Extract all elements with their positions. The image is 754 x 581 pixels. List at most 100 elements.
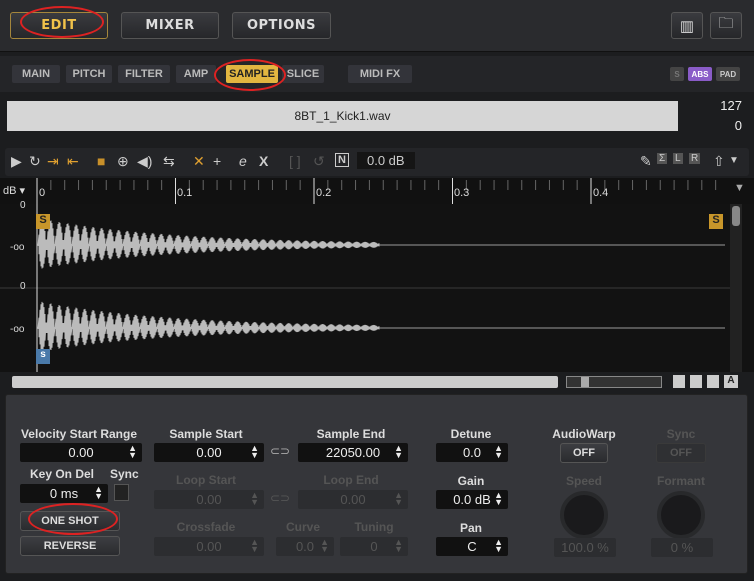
piano-icon[interactable]: ▥ [671,12,703,39]
db-label: -oo [10,324,25,335]
ruler-label: 0.1 [177,187,193,199]
speaker-icon[interactable]: ◀) [137,153,152,170]
slice-marker[interactable]: s [36,349,50,364]
tab-sample[interactable]: SAMPLE [226,65,278,83]
top-bar: EDIT MIXER OPTIONS ▥ 🗀 [0,0,754,52]
ruler-label: 0.4 [593,187,609,199]
edit-tabs: MAIN PITCH FILTER AMP SAMPLE SLICE MIDI … [0,56,754,92]
zoom-icon[interactable]: ⊕ [117,153,129,170]
abs-toggle[interactable]: ABS [688,67,712,81]
sample-start-label: Sample Start [169,427,243,441]
sync-label: Sync [110,467,139,481]
tab-slice[interactable]: SLICE [282,65,324,83]
delete-icon[interactable]: X [259,153,268,169]
velocity-start-field[interactable]: 0.00 ▲ ▼ [20,443,142,462]
view-icon[interactable] [707,375,719,388]
edit-button[interactable]: EDIT [10,12,108,39]
snap-icon[interactable]: ⇥ [47,153,59,170]
tuning-label: Tuning [354,520,394,534]
view-icon[interactable] [690,375,702,388]
db-label: -oo [10,242,25,253]
pad-toggle[interactable]: PAD [716,67,740,81]
sample-end-marker[interactable]: S [709,214,723,229]
edit-curve-icon[interactable]: e [239,153,247,169]
db-label: 0 [20,281,26,292]
cut-icon[interactable]: + [213,153,221,169]
s-toggle[interactable]: S [670,67,684,81]
velocity-low[interactable]: 0 [700,118,742,136]
horizontal-scrollbar[interactable] [12,376,558,388]
chevron-down-icon[interactable]: ▼ [729,155,739,166]
scroll-up-icon[interactable]: ▼ [734,182,745,194]
formant-value: 0 % [651,538,713,557]
speed-label: Speed [565,474,602,488]
tab-amp[interactable]: AMP [176,65,216,83]
tab-filter[interactable]: FILTER [118,65,170,83]
one-shot-button[interactable]: ONE SHOT [20,511,120,531]
right-channel-button[interactable]: R [689,153,701,164]
key-on-del-field[interactable]: 0 ms ▲ ▼ [20,484,108,503]
gain-display[interactable]: 0.0 dB [357,152,415,169]
formant-label: Formant [657,474,705,488]
reverse-button[interactable]: REVERSE [20,536,120,556]
audiowarp-toggle[interactable]: OFF [560,443,608,463]
play-icon[interactable]: ▶ [11,153,22,170]
speed-knob [560,491,608,539]
left-channel-button[interactable]: L [673,153,683,164]
range-select-icon[interactable]: ■ [97,153,105,169]
ruler-label: 0.2 [316,187,332,199]
sample-params-panel: Velocity Start Range 0.00 ▲ ▼ Key On Del S… [5,394,748,574]
waveform-channel [37,301,380,352]
export-icon[interactable]: ⇧ [713,153,725,170]
loop-icon[interactable]: ↻ [29,153,41,170]
crossfade-label: Crossfade [176,520,236,534]
view-icon[interactable] [673,375,685,388]
gain-field[interactable]: 0.0 dB ▲ ▼ [436,490,508,509]
sample-end-label: Sample End [316,427,386,441]
velocity-start-range-label: Velocity Start Range [20,427,138,441]
link-icon: ⊂⊃ [270,491,291,505]
stretch-icon[interactable]: ⇆ [163,153,175,170]
normalize-button[interactable]: N [335,153,349,167]
bracket-icon: [ ] [289,153,301,169]
mixer-button[interactable]: MIXER [121,12,219,39]
db-label: 0 [20,200,26,211]
ruler-label: 0 [39,187,46,199]
folder-icon[interactable]: 🗀 [710,12,742,39]
tuning-field: 0 ▲ ▼ [340,537,408,556]
link-icon[interactable]: ⊂⊃ [270,444,290,458]
pan-field[interactable]: C ▲ ▼ [436,537,508,556]
detune-field[interactable]: 0.0 ▲ ▼ [436,443,508,462]
sample-filename: 8BT_1_Kick1.wav [7,101,678,131]
tab-midi-fx[interactable]: MIDI FX [348,65,412,83]
sample-end-field[interactable]: 22050.00 ▲ ▼ [298,443,408,462]
velocity-high[interactable]: 127 [700,98,742,116]
audiowarp-label: AudioWarp [552,427,616,441]
curve-field: 0.0 ▲ ▼ [276,537,334,556]
key-on-del-label: Key On Del [30,467,95,481]
waveform-channel [37,218,380,269]
ruler-ticks [36,178,717,204]
auto-zoom-button[interactable]: A [724,375,738,388]
tab-main[interactable]: MAIN [12,65,60,83]
sample-start-field[interactable]: 0.00 ▲ ▼ [154,443,264,462]
pen-icon[interactable]: ✎ [640,153,652,170]
options-button[interactable]: OPTIONS [232,12,331,39]
zoom-slider[interactable] [566,376,662,388]
waveform-display[interactable]: 0 -oo 0 -oo S S s [0,200,754,372]
split-icon[interactable]: ✕ [193,153,205,170]
formant-knob [657,491,705,539]
vertical-scrollbar[interactable] [730,204,742,372]
marker-icon[interactable]: ⇤ [67,153,79,170]
time-ruler: dB ▾ 0 0.1 0.2 0.3 0.4 ▼ [0,178,754,204]
warp-sync-toggle: OFF [656,443,706,463]
loop-end-field: 0.00 ▲ ▼ [298,490,408,509]
sync-checkbox[interactable] [114,484,129,501]
waveform-toolbar: ▶ ↻ ⇥ ⇤ ■ ⊕ ◀) ⇆ ✕ + e X [ ] ↺ N 0.0 dB … [5,148,749,176]
sum-button[interactable]: Σ [657,153,668,164]
sample-start-marker[interactable]: S [36,214,50,229]
gain-label: Gain [457,474,485,488]
speed-value: 100.0 % [554,538,616,557]
tab-pitch[interactable]: PITCH [66,65,112,83]
loop-end-label: Loop End [323,473,379,487]
